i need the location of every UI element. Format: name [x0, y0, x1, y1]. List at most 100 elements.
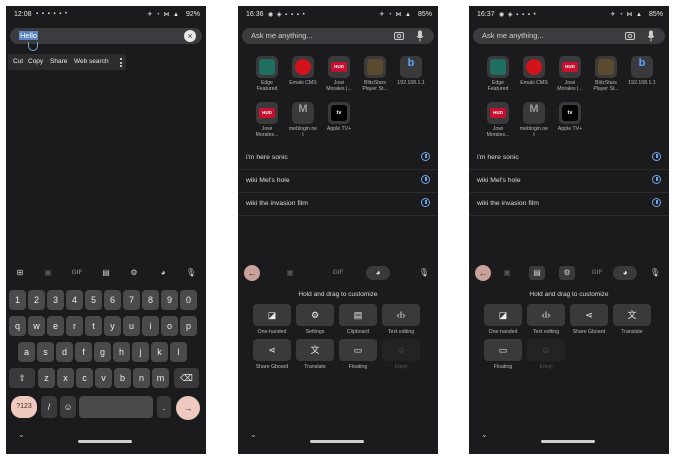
tile-floating[interactable]: ▭ Floating: [338, 339, 378, 370]
camera-lens-icon[interactable]: [625, 31, 635, 40]
shortcut-jowi-morales-2[interactable]: HUD Jowi Morales...: [252, 102, 282, 138]
sticker-icon[interactable]: ▣: [499, 266, 515, 280]
mic-icon[interactable]: 🎙: [647, 266, 663, 280]
gif-button[interactable]: GIF: [69, 266, 85, 280]
grid-icon[interactable]: ⊞: [12, 266, 28, 280]
key[interactable]: 8: [142, 290, 159, 310]
period-key[interactable]: .: [157, 396, 171, 418]
sticker-icon[interactable]: ▣: [282, 266, 298, 280]
key[interactable]: p: [180, 316, 197, 336]
key[interactable]: u: [123, 316, 140, 336]
key[interactable]: c: [76, 368, 93, 388]
key[interactable]: f: [75, 342, 92, 362]
suggestion-row[interactable]: wiki the invasion film: [238, 193, 438, 216]
chevron-down-icon[interactable]: ⌄: [250, 430, 257, 439]
back-arrow-icon[interactable]: ←: [244, 265, 260, 281]
key[interactable]: 3: [47, 290, 64, 310]
menu-cut[interactable]: Cut: [13, 58, 23, 65]
gif-button[interactable]: GIF: [330, 266, 346, 280]
shortcut-router[interactable]: b 192.168.1.1: [627, 56, 657, 86]
shortcut-edge-featured[interactable]: Edge Featured: [252, 56, 282, 92]
search-input[interactable]: Ask me anything...: [482, 31, 544, 40]
key[interactable]: b: [114, 368, 131, 388]
clipboard-icon[interactable]: ▤: [98, 266, 114, 280]
key[interactable]: 2: [28, 290, 45, 310]
key[interactable]: r: [66, 316, 83, 336]
shortcut-blitzstars[interactable]: BlitzStars Player St...: [360, 56, 390, 92]
key[interactable]: s: [37, 342, 54, 362]
search-bar[interactable]: Hello ×: [10, 28, 202, 51]
key[interactable]: i: [142, 316, 159, 336]
key[interactable]: j: [132, 342, 149, 362]
shortcut-edge-featured[interactable]: Edge Featured: [483, 56, 513, 92]
suggestion-row[interactable]: i'm here sonic: [469, 147, 669, 170]
shortcut-apple-tv[interactable]: tv Apple TV+: [555, 102, 585, 132]
key[interactable]: 5: [85, 290, 102, 310]
shortcut-jowi-morales[interactable]: HUD Jowi Morales |...: [324, 56, 354, 92]
shortcut-meblogin[interactable]: M meblogin.ne t: [519, 102, 549, 138]
key[interactable]: g: [94, 342, 111, 362]
palette-icon[interactable]: ◕: [366, 266, 390, 280]
tile-translate[interactable]: 文 Translate: [295, 339, 335, 370]
home-indicator[interactable]: [310, 440, 364, 443]
mic-icon[interactable]: [416, 30, 424, 42]
gear-icon[interactable]: ⚙: [559, 266, 575, 280]
key[interactable]: 4: [66, 290, 83, 310]
mic-icon[interactable]: [647, 30, 655, 42]
key[interactable]: n: [133, 368, 150, 388]
key[interactable]: t: [85, 316, 102, 336]
key[interactable]: a: [18, 342, 35, 362]
more-vert-icon[interactable]: [120, 58, 122, 67]
key[interactable]: l: [170, 342, 187, 362]
menu-share[interactable]: Share: [50, 58, 67, 65]
key[interactable]: w: [28, 316, 45, 336]
clipboard-icon[interactable]: ▤: [529, 266, 545, 280]
space-key[interactable]: [79, 396, 153, 418]
key[interactable]: h: [113, 342, 130, 362]
backspace-key[interactable]: ⌫: [174, 368, 199, 388]
tile-text-editing[interactable]: ‹I› Text editing: [526, 304, 566, 335]
symbols-key[interactable]: ?123: [11, 396, 37, 418]
key[interactable]: 1: [9, 290, 26, 310]
tile-share-gboard[interactable]: ⋖ Share Gboard: [569, 304, 609, 335]
chevron-down-icon[interactable]: ⌄: [481, 430, 488, 439]
tile-one-handed[interactable]: ◪ One-handed: [483, 304, 523, 335]
tile-translate[interactable]: 文 Translate: [612, 304, 652, 335]
shortcut-apple-tv[interactable]: tv Apple TV+: [324, 102, 354, 132]
key[interactable]: x: [57, 368, 74, 388]
gif-button[interactable]: GIF: [589, 266, 605, 280]
tile-emoji[interactable]: ☺ Emoji: [381, 339, 421, 370]
back-arrow-icon[interactable]: ←: [475, 265, 491, 281]
palette-icon[interactable]: ◕: [613, 266, 637, 280]
shortcut-meblogin[interactable]: M meblogin.ne t: [288, 102, 318, 138]
tile-text-editing[interactable]: ‹I› Text editing: [381, 304, 421, 335]
key[interactable]: d: [56, 342, 73, 362]
shift-key[interactable]: ⇧: [9, 368, 35, 388]
key[interactable]: q: [9, 316, 26, 336]
mic-icon[interactable]: 🎙: [183, 266, 199, 280]
slash-key[interactable]: /: [41, 396, 57, 418]
tile-floating[interactable]: ▭ Floating: [483, 339, 523, 370]
key[interactable]: 9: [161, 290, 178, 310]
shortcut-emaki[interactable]: Emaki CMS: [519, 56, 549, 86]
selected-text[interactable]: Hello: [19, 31, 39, 40]
shortcut-emaki[interactable]: Emaki CMS: [288, 56, 318, 86]
key[interactable]: z: [38, 368, 55, 388]
tile-emoji[interactable]: ☺ Emoji: [526, 339, 566, 370]
shortcut-jowi-morales[interactable]: HUD Jowi Morales |...: [555, 56, 585, 92]
emoji-key[interactable]: ☺: [60, 396, 76, 418]
tile-settings[interactable]: ⚙ Settings: [295, 304, 335, 335]
shortcut-blitzstars[interactable]: BlitzStars Player St...: [591, 56, 621, 92]
palette-icon[interactable]: ◕: [155, 266, 171, 280]
search-bar[interactable]: Ask me anything...: [473, 28, 665, 44]
tile-one-handed[interactable]: ◪ One-handed: [252, 304, 292, 335]
key[interactable]: o: [161, 316, 178, 336]
shortcut-router[interactable]: b 192.168.1.1: [396, 56, 426, 86]
tile-share-gboard[interactable]: ⋖ Share Gboard: [252, 339, 292, 370]
key[interactable]: e: [47, 316, 64, 336]
menu-web-search[interactable]: Web search: [74, 58, 109, 65]
key[interactable]: k: [151, 342, 168, 362]
key[interactable]: v: [95, 368, 112, 388]
gear-icon[interactable]: ⚙: [126, 266, 142, 280]
key[interactable]: m: [152, 368, 169, 388]
